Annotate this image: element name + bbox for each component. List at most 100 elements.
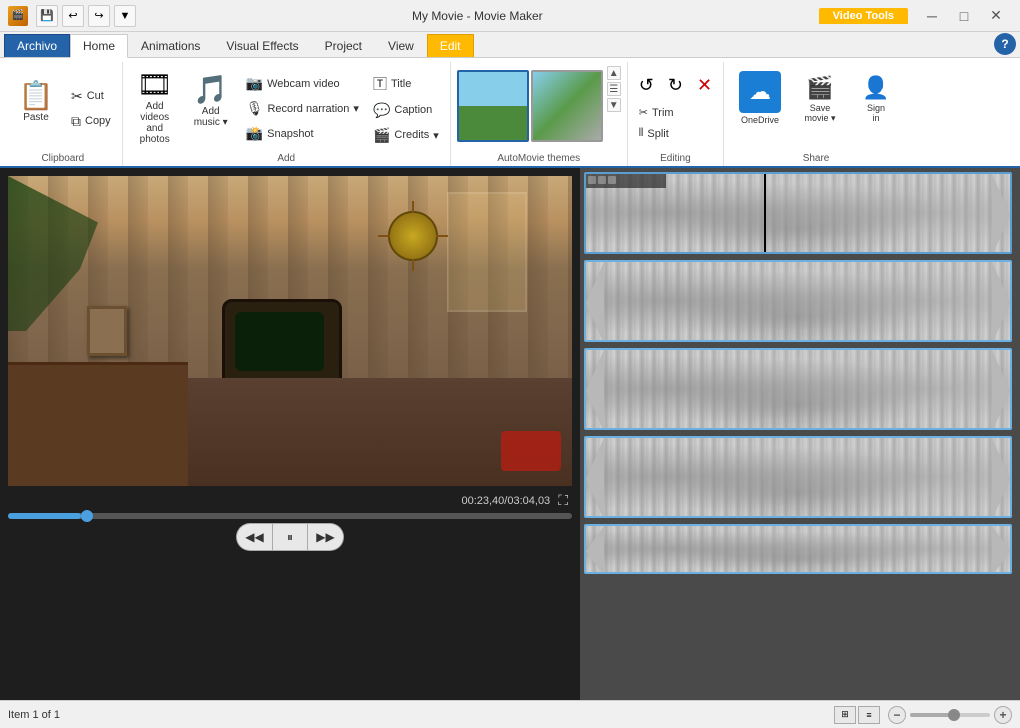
video-tools-badge: Video Tools — [819, 8, 908, 24]
clip-item-4[interactable] — [584, 436, 1012, 518]
split-icon: ⫴ — [639, 127, 644, 140]
clip-item-5[interactable] — [584, 524, 1012, 574]
minimize-btn[interactable]: ─ — [916, 4, 948, 28]
film-hole — [598, 176, 606, 184]
tab-animations[interactable]: Animations — [128, 34, 213, 57]
zoom-slider-thumb[interactable] — [948, 709, 960, 721]
tab-edit[interactable]: Edit — [427, 34, 474, 57]
ribbon-tabs: Archivo Home Animations Visual Effects P… — [0, 32, 1020, 58]
clip-noise-5 — [586, 526, 1010, 572]
rotate-right-icon: ↻ — [668, 75, 683, 96]
tab-home[interactable]: Home — [70, 34, 128, 58]
timeline-panel — [580, 168, 1020, 700]
remove-button[interactable]: ✕ — [692, 70, 717, 101]
paste-button[interactable]: 📋 Paste — [10, 66, 62, 138]
clipboard-content: 📋 Paste ✂ Cut ⧉ Copy — [10, 62, 116, 151]
editing-group-label: Editing — [634, 151, 717, 164]
webcam-button[interactable]: 📷 Webcam video — [241, 72, 364, 95]
rotate-left-button[interactable]: ↺ — [634, 70, 659, 101]
clipboard-sub: ✂ Cut ⧉ Copy — [66, 66, 116, 151]
zoom-slider[interactable] — [910, 713, 990, 717]
cut-icon: ✂ — [71, 88, 83, 105]
tab-project[interactable]: Project — [312, 34, 375, 57]
time-current: 00:23,40/03:04,03 — [461, 495, 550, 507]
video-preview — [8, 176, 572, 486]
close-btn[interactable]: ✕ — [980, 4, 1012, 28]
fullscreen-button[interactable]: ⛶ — [558, 492, 568, 509]
clip-item-1[interactable] — [584, 172, 1012, 254]
status-bar: Item 1 of 1 ⊞ ≡ − + — [0, 700, 1020, 728]
add-music-button[interactable]: 🎵 Addmusic ▾ — [185, 66, 237, 138]
onedrive-label: OneDrive — [741, 115, 779, 125]
theme-thumb-1 — [459, 72, 527, 140]
trim-label: Trim — [652, 107, 674, 119]
copy-button[interactable]: ⧉ Copy — [66, 110, 116, 133]
playback-controls: ◀◀ ⏸ ▶▶ — [8, 523, 572, 551]
theme-item-2[interactable] — [531, 70, 603, 142]
narration-button[interactable]: 🎙 Record narration ▾ — [241, 97, 364, 120]
themes-scroll: ▲ ☰ ▼ — [607, 66, 621, 112]
narration-label: Record narration — [267, 103, 349, 115]
window-title: My Movie - Movie Maker — [136, 9, 819, 23]
help-btn[interactable]: ? — [994, 33, 1016, 55]
film-strip-1 — [586, 174, 666, 188]
themes-scroll-down[interactable]: ▼ — [607, 98, 621, 112]
clip-noise-2 — [586, 262, 1010, 340]
themes-scroll-up[interactable]: ▲ — [607, 66, 621, 80]
title-button[interactable]: 🅃 Title — [368, 71, 444, 97]
title-bar: 🎬 💾 ↩ ↪ ▼ My Movie - Movie Maker Video T… — [0, 0, 1020, 32]
sign-in-label: Signin — [867, 103, 885, 123]
view-toggle: ⊞ ≡ — [834, 706, 880, 724]
ribbon-group-clipboard: 📋 Paste ✂ Cut ⧉ Copy Clipboard — [4, 62, 123, 166]
title-label: Title — [391, 78, 411, 90]
progress-thumb[interactable] — [81, 510, 93, 522]
credits-button[interactable]: 🎬 Credits ▾ — [368, 124, 444, 147]
status-right: ⊞ ≡ − + — [834, 706, 1012, 724]
tab-visual-effects[interactable]: Visual Effects — [213, 34, 311, 57]
theme-item-1[interactable] — [457, 70, 529, 142]
progress-fill — [8, 513, 81, 519]
scene-furniture — [8, 362, 188, 486]
themes-scroll-middle[interactable]: ☰ — [607, 82, 621, 96]
tab-archivo[interactable]: Archivo — [4, 34, 70, 57]
clip-arrow-left-3 — [586, 350, 604, 430]
undo-btn[interactable]: ↩ — [62, 5, 84, 27]
snapshot-button[interactable]: 📸 Snapshot — [241, 122, 364, 145]
trim-button[interactable]: ✂ Trim — [634, 103, 679, 122]
next-button[interactable]: ▶▶ — [308, 523, 344, 551]
clipboard-group-label: Clipboard — [10, 151, 116, 164]
customize-btn[interactable]: ▼ — [114, 5, 136, 27]
title-icon: 🅃 — [373, 74, 387, 94]
pause-button[interactable]: ⏸ — [272, 523, 308, 551]
timeline-scroll[interactable] — [584, 172, 1016, 696]
cut-button[interactable]: ✂ Cut — [66, 85, 116, 108]
storyboard-view-btn[interactable]: ⊞ — [834, 706, 856, 724]
add-videos-button[interactable]: 🎞 Add videosand photos — [129, 66, 181, 150]
zoom-out-btn[interactable]: − — [888, 706, 906, 724]
save-movie-button[interactable]: 🎬 Savemovie ▾ — [794, 70, 846, 142]
caption-button[interactable]: 💬 Caption — [368, 99, 444, 122]
timeline-view-btn[interactable]: ≡ — [858, 706, 880, 724]
webcam-icon: 📷 — [246, 75, 263, 92]
themes-list — [457, 66, 603, 146]
video-frame — [8, 176, 572, 486]
clip-arrow-left-5 — [586, 526, 604, 574]
progress-bar[interactable] — [8, 513, 572, 519]
credits-arrow: ▾ — [433, 129, 439, 142]
clip-item-2[interactable] — [584, 260, 1012, 342]
ray-2 — [412, 259, 414, 271]
sign-in-button[interactable]: 👤 Signin — [850, 70, 902, 142]
zoom-in-btn[interactable]: + — [994, 706, 1012, 724]
paste-icon: 📋 — [19, 82, 54, 110]
split-button[interactable]: ⫴ Split — [634, 124, 679, 143]
prev-button[interactable]: ◀◀ — [236, 523, 272, 551]
save-movie-label: Savemovie ▾ — [805, 103, 836, 124]
scene-picture — [87, 306, 127, 356]
rotate-right-button[interactable]: ↻ — [663, 70, 688, 101]
maximize-btn[interactable]: □ — [948, 4, 980, 28]
clip-item-3[interactable] — [584, 348, 1012, 430]
redo-btn[interactable]: ↪ — [88, 5, 110, 27]
save-quick-btn[interactable]: 💾 — [36, 5, 58, 27]
onedrive-button[interactable]: ☁ OneDrive — [730, 66, 790, 138]
tab-view[interactable]: View — [375, 34, 427, 57]
